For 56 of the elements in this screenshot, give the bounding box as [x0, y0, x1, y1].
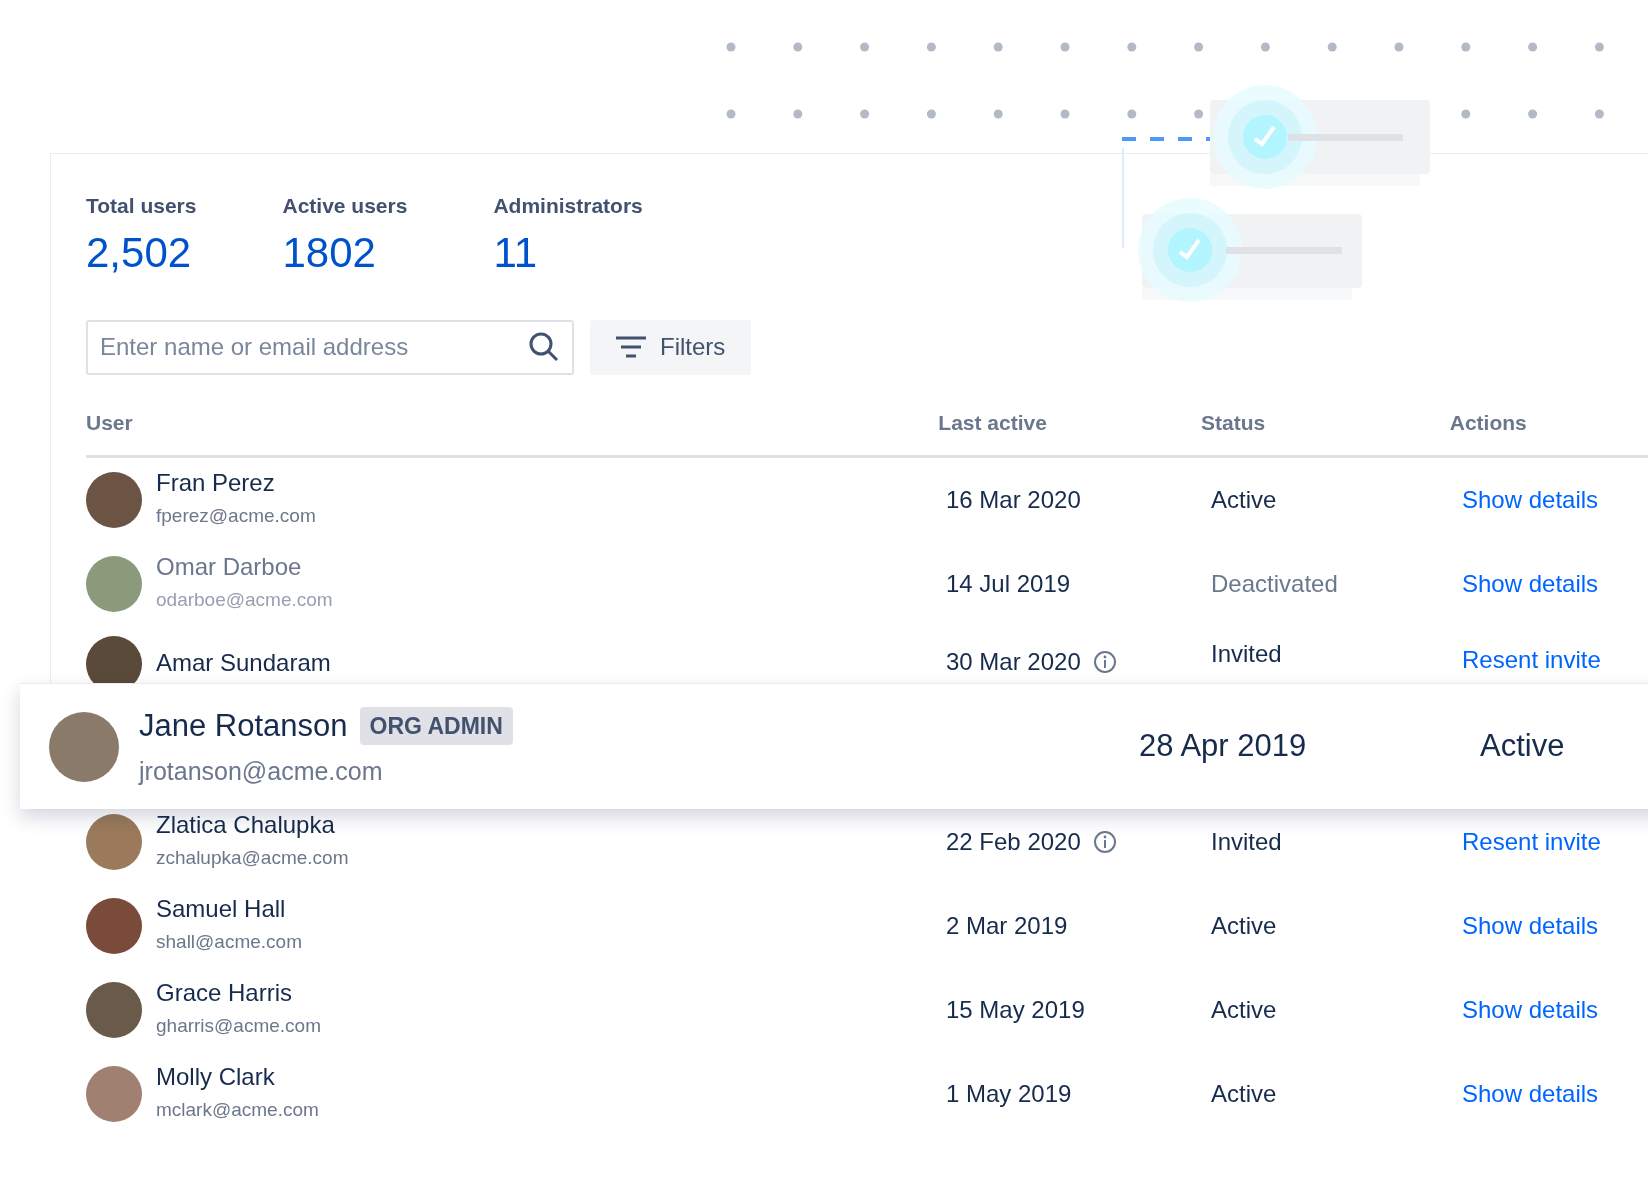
column-header: User — [86, 409, 134, 436]
column-header: Status — [1201, 409, 1267, 436]
user-name: Molly Clark — [156, 1063, 276, 1093]
action-link[interactable]: Show details — [1462, 486, 1599, 514]
user-email: fperez@acme.com — [156, 504, 316, 529]
user-status: Active — [1211, 910, 1278, 941]
stat-value: 11 — [493, 227, 538, 278]
stat-value: 2,502 — [86, 227, 193, 278]
action-link[interactable]: Resent invite — [1462, 645, 1601, 674]
search-field[interactable]: Enter name or email address — [86, 319, 574, 375]
search-input[interactable]: Enter name or email address — [100, 329, 528, 366]
user-name: Grace Harris — [156, 979, 294, 1009]
column-header: Actions — [1449, 409, 1528, 436]
last-active-date: 1 May 2019 — [946, 1078, 1072, 1109]
stat-label: Active users — [282, 193, 408, 219]
user-email: mclark@acme.com — [156, 1098, 319, 1123]
last-active-date: 15 May 2019 — [946, 994, 1085, 1025]
stat-value: 1802 — [282, 227, 377, 278]
user-name: Samuel Hall — [156, 895, 287, 925]
user-status: Active — [1211, 1078, 1278, 1109]
action-link[interactable]: Show details — [1462, 1080, 1599, 1108]
user-status: Active — [1211, 484, 1278, 515]
role-badge: ORG ADMIN — [359, 706, 513, 745]
user-email: odarboe@acme.com — [156, 588, 333, 613]
column-header: Last active — [938, 409, 1048, 436]
user-email: jrotanson@acme.com — [139, 756, 384, 787]
user-name: Amar Sundaram — [156, 649, 331, 679]
user-name: Jane Rotanson — [139, 706, 348, 745]
user-email: gharris@acme.com — [156, 1014, 321, 1039]
last-active-date: 2 Mar 2019 — [946, 910, 1068, 941]
stat-label: Total users — [86, 193, 197, 219]
last-active-date: 16 Mar 2020 — [946, 484, 1081, 515]
user-name: Omar Darboe — [156, 553, 303, 583]
last-active-date: 14 Jul 2019 — [946, 568, 1071, 599]
user-status: Invited — [1211, 826, 1283, 857]
stat-label: Administrators — [493, 193, 643, 219]
user-email: zchalupka@acme.com — [156, 846, 349, 871]
user-status: Active — [1211, 994, 1278, 1025]
user-name: Fran Perez — [156, 469, 276, 499]
info-icon[interactable] — [1092, 649, 1117, 674]
user-status: Active — [1480, 727, 1565, 766]
search-icon — [528, 331, 560, 364]
last-active-date: 30 Mar 2020 — [946, 646, 1081, 677]
action-link[interactable]: Show details — [1462, 996, 1599, 1024]
action-link[interactable]: Resent invite — [1462, 828, 1601, 856]
action-link[interactable]: Show details — [1462, 570, 1599, 598]
last-active-date: 22 Feb 2020 — [946, 826, 1081, 857]
filters-button[interactable]: Filters — [590, 319, 752, 375]
user-status: Invited — [1211, 638, 1283, 669]
filter-icon — [616, 336, 646, 359]
action-link[interactable]: Show details — [1462, 912, 1599, 940]
last-active-date: 28 Apr 2019 — [1139, 727, 1308, 766]
user-status: Deactivated — [1211, 568, 1339, 599]
user-name: Zlatica Chalupka — [156, 811, 336, 841]
user-email: shall@acme.com — [156, 930, 302, 955]
info-icon[interactable] — [1092, 829, 1117, 854]
